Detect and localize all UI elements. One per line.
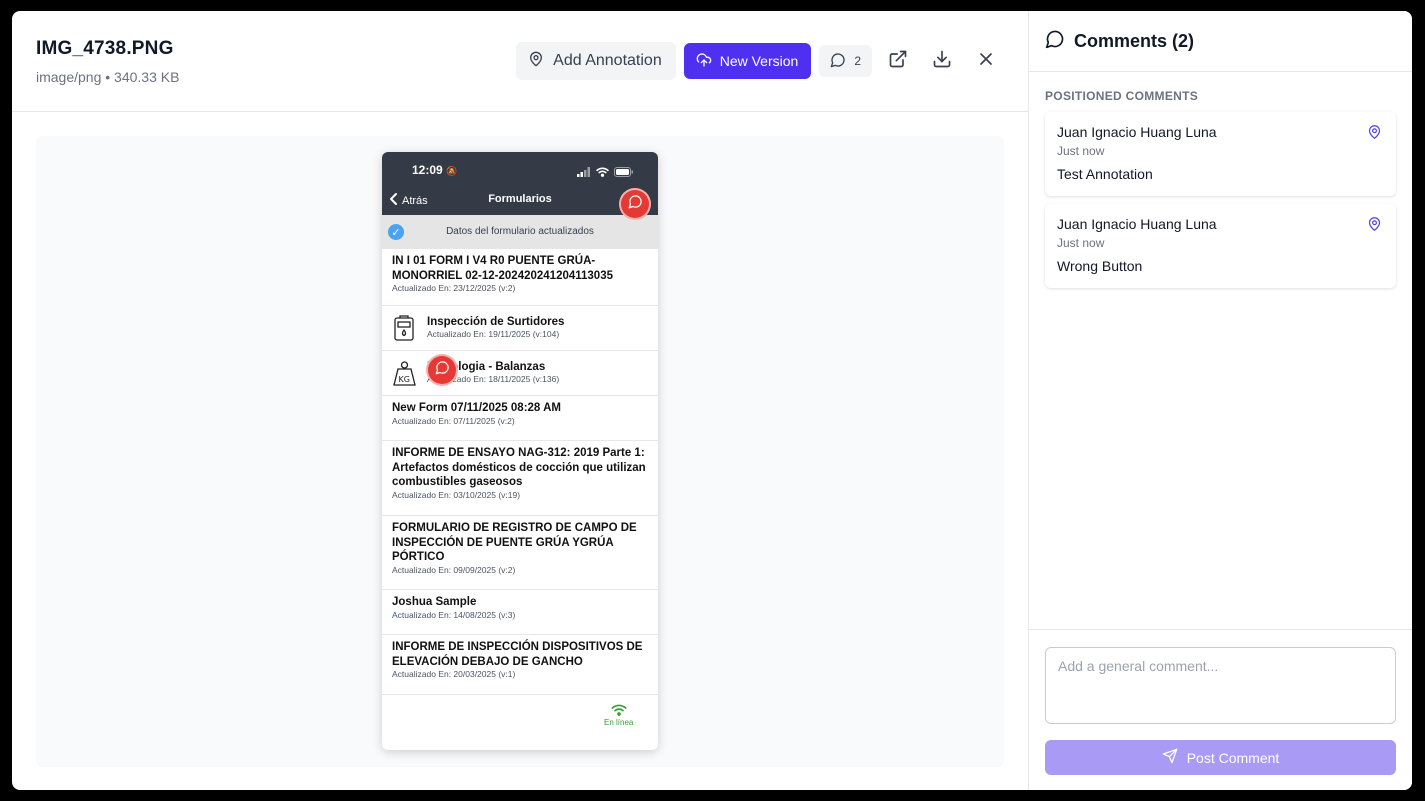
positioned-comments-heading: POSITIONED COMMENTS	[1045, 89, 1199, 103]
comment-body: Test Annotation	[1057, 166, 1153, 182]
add-annotation-label: Add Annotation	[553, 52, 662, 69]
list-item-title: Joshua Sample	[392, 596, 477, 608]
general-comment-input[interactable]	[1045, 647, 1396, 724]
list-item-subtitle: Actualizado En: 03/10/2025 (v:19)	[392, 489, 521, 500]
comment-author: Juan Ignacio Huang Luna	[1057, 216, 1217, 232]
signal-icon	[577, 164, 591, 182]
list-item: INFORME DE INSPECCIÓN DISPOSITIVOS DE EL…	[382, 635, 658, 695]
phone-status-icons	[577, 164, 634, 182]
map-pin-icon	[528, 51, 544, 72]
comments-title: Comments (2)	[1074, 30, 1195, 51]
list-item-title: INFORME DE ENSAYO NAG-312: 2019 Parte 1:…	[392, 447, 646, 488]
list-item-subtitle: Actualizado En: 07/11/2025 (v:2)	[392, 415, 515, 426]
list-item-subtitle: Actualizado En: 20/03/2025 (v:1)	[392, 669, 516, 679]
phone-back-label: Atrás	[402, 194, 428, 207]
list-item-subtitle: Actualizado En: 23/12/2025 (v:2)	[392, 283, 516, 293]
post-comment-button[interactable]: Post Comment	[1045, 740, 1396, 775]
cloud-upload-icon	[696, 52, 712, 71]
list-item-subtitle: Actualizado En: 14/08/2025 (v:3)	[392, 609, 516, 620]
message-circle-icon	[1045, 29, 1065, 54]
list-item-title: New Form 07/11/2025 08:28 AM	[392, 402, 561, 414]
comment-time: Just now	[1057, 236, 1105, 250]
phone-time: 12:09 🔕	[412, 163, 458, 177]
header-actions: Add Annotation New Version 2	[516, 42, 1004, 80]
list-item-title: Inspección de Surtidores	[427, 315, 565, 328]
chevron-left-icon	[389, 193, 398, 208]
comment-card[interactable]: Juan Ignacio Huang Luna Just now Test An…	[1045, 112, 1396, 196]
list-item-title: FORMULARIO DE REGISTRO DE CAMPO DE INSPE…	[392, 522, 637, 563]
comments-header: Comments (2)	[1029, 11, 1412, 72]
comment-author: Juan Ignacio Huang Luna	[1057, 124, 1217, 140]
annotation-marker-1[interactable]	[619, 188, 651, 220]
online-label: En línea	[604, 718, 634, 727]
list-item-title: INFORME DE INSPECCIÓN DISPOSITIVOS DE EL…	[392, 641, 643, 668]
add-annotation-button[interactable]: Add Annotation	[516, 42, 676, 80]
comment-card[interactable]: Juan Ignacio Huang Luna Just now Wrong B…	[1045, 204, 1396, 288]
list-item: INFORME DE ENSAYO NAG-312: 2019 Parte 1:…	[382, 441, 658, 516]
close-button[interactable]	[968, 43, 1004, 79]
image-preview-area[interactable]: 12:09 🔕 Formularios Atrás ✓ Datos del fo…	[36, 136, 1004, 767]
weight-kg-icon: KG	[392, 360, 417, 387]
list-item: Inspección de Surtidores Actualizado En:…	[382, 306, 658, 351]
comment-count: 2	[854, 54, 861, 68]
list-item-title: IN I 01 FORM I V4 R0 PUENTE GRÚA-MONORRI…	[392, 255, 613, 282]
message-circle-icon	[628, 194, 643, 214]
list-item: FORMULARIO DE REGISTRO DE CAMPO DE INSPE…	[382, 516, 658, 590]
list-item: Joshua Sample Actualizado En: 14/08/2025…	[382, 590, 658, 635]
file-meta: image/png • 340.33 KB	[36, 69, 180, 85]
comments-panel: Comments (2) POSITIONED COMMENTS Juan Ig…	[1028, 11, 1412, 790]
list-item-subtitle: Actualizado En: 19/11/2025 (v:104)	[427, 329, 560, 340]
wifi-icon	[596, 164, 609, 182]
download-button[interactable]	[924, 43, 960, 79]
file-name: IMG_4738.PNG	[36, 38, 174, 59]
annotation-marker-2[interactable]	[426, 354, 458, 386]
open-external-button[interactable]	[880, 43, 916, 79]
phone-banner: ✓ Datos del formulario actualizados	[382, 215, 658, 249]
screenshot-image[interactable]: 12:09 🔕 Formularios Atrás ✓ Datos del fo…	[382, 152, 658, 750]
list-item: IN I 01 FORM I V4 R0 PUENTE GRÚA-MONORRI…	[382, 249, 658, 306]
phone-back-button: Atrás	[389, 193, 428, 208]
download-icon	[932, 49, 952, 74]
post-comment-label: Post Comment	[1186, 749, 1280, 766]
message-circle-icon	[830, 52, 846, 71]
modal-header: IMG_4738.PNG image/png • 340.33 KB Add A…	[12, 11, 1028, 112]
send-icon	[1162, 748, 1178, 767]
map-pin-icon[interactable]	[1367, 124, 1382, 145]
bell-off-icon: 🔕	[446, 166, 458, 176]
preview-main: IMG_4738.PNG image/png • 340.33 KB Add A…	[12, 11, 1028, 790]
comment-time: Just now	[1057, 144, 1105, 158]
file-preview-modal: IMG_4738.PNG image/png • 340.33 KB Add A…	[12, 11, 1412, 790]
list-item: KG Metrologia - Balanzas Actualizado En:…	[382, 351, 658, 396]
new-version-label: New Version	[719, 53, 799, 69]
comment-composer: Post Comment	[1029, 629, 1412, 790]
fuel-pump-icon	[392, 315, 417, 342]
wifi-icon	[604, 704, 633, 718]
map-pin-icon[interactable]	[1367, 216, 1382, 237]
external-link-icon	[888, 49, 908, 74]
message-circle-icon	[435, 360, 450, 380]
comments-toggle-button[interactable]: 2	[819, 45, 872, 77]
phone-navbar: 12:09 🔕 Formularios Atrás	[382, 152, 658, 215]
new-version-button[interactable]: New Version	[683, 43, 812, 79]
online-status: En línea	[604, 704, 633, 727]
comment-body: Wrong Button	[1057, 258, 1143, 274]
svg-text:KG: KG	[399, 375, 410, 384]
list-item: New Form 07/11/2025 08:28 AM Actualizado…	[382, 396, 658, 441]
phone-form-list: IN I 01 FORM I V4 R0 PUENTE GRÚA-MONORRI…	[382, 249, 658, 695]
phone-banner-text: Datos del formulario actualizados	[446, 226, 594, 237]
battery-icon	[614, 164, 634, 182]
close-icon	[976, 49, 996, 74]
list-item-subtitle: Actualizado En: 09/09/2025 (v:2)	[392, 564, 516, 575]
